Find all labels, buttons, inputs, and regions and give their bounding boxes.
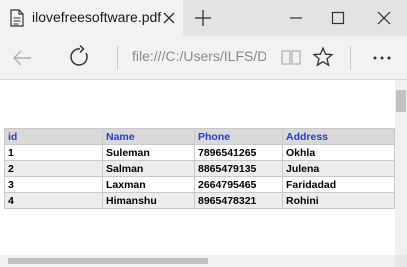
column-header-address: Address bbox=[282, 128, 395, 145]
data-table: id Name Phone Address 1 Suleman 78965412… bbox=[4, 128, 395, 209]
cell-phone: 8965478321 bbox=[194, 192, 283, 209]
browser-window: ilovefreesoftware.pdf file:///C:/Users/I… bbox=[0, 0, 407, 267]
window-close-icon[interactable] bbox=[372, 6, 396, 30]
tab-title: ilovefreesoftware.pdf bbox=[32, 9, 162, 25]
cell-id: 3 bbox=[4, 176, 103, 193]
maximize-icon[interactable] bbox=[326, 6, 350, 30]
cell-phone: 8865479135 bbox=[194, 160, 283, 177]
cell-address: Julena bbox=[282, 160, 395, 177]
cell-address: Okhla bbox=[282, 144, 395, 161]
navigation-bar: file:///C:/Users/ILFS/De bbox=[0, 36, 407, 80]
refresh-icon[interactable] bbox=[68, 45, 92, 69]
cell-id: 4 bbox=[4, 192, 103, 209]
star-icon[interactable] bbox=[311, 45, 335, 69]
cell-name: Himanshu bbox=[102, 192, 195, 209]
plus-icon[interactable] bbox=[192, 7, 214, 29]
close-icon[interactable] bbox=[160, 9, 178, 27]
cell-id: 1 bbox=[4, 144, 103, 161]
horizontal-scrollbar-thumb[interactable] bbox=[8, 258, 208, 264]
vertical-scrollbar-thumb[interactable] bbox=[396, 90, 406, 112]
table-row: 1 Suleman 7896541265 Okhla bbox=[4, 144, 395, 161]
cell-address: Faridadad bbox=[282, 176, 395, 193]
page-content: id Name Phone Address 1 Suleman 78965412… bbox=[0, 80, 395, 255]
table-header-row: id Name Phone Address bbox=[4, 128, 395, 145]
cell-name: Suleman bbox=[102, 144, 195, 161]
minimize-icon[interactable] bbox=[284, 6, 308, 30]
cell-name: Salman bbox=[102, 160, 195, 177]
pdf-document-icon bbox=[10, 9, 24, 27]
more-icon[interactable] bbox=[370, 46, 394, 70]
address-bar[interactable]: file:///C:/Users/ILFS/De bbox=[132, 48, 266, 64]
tab-active[interactable]: ilovefreesoftware.pdf bbox=[0, 0, 183, 36]
cell-id: 2 bbox=[4, 160, 103, 177]
tab-bar: ilovefreesoftware.pdf bbox=[0, 0, 407, 36]
cell-phone: 2664795465 bbox=[194, 176, 283, 193]
toolbar-divider bbox=[117, 46, 118, 70]
toolbar-divider bbox=[350, 46, 351, 70]
back-arrow-icon[interactable] bbox=[10, 46, 34, 70]
column-header-id: id bbox=[4, 128, 103, 145]
table-row: 3 Laxman 2664795465 Faridadad bbox=[4, 176, 395, 193]
cell-name: Laxman bbox=[102, 176, 195, 193]
column-header-phone: Phone bbox=[194, 128, 283, 145]
book-icon[interactable] bbox=[280, 46, 302, 68]
cell-address: Rohini bbox=[282, 192, 395, 209]
table-row: 4 Himanshu 8965478321 Rohini bbox=[4, 192, 395, 209]
cell-phone: 7896541265 bbox=[194, 144, 283, 161]
table-row: 2 Salman 8865479135 Julena bbox=[4, 160, 395, 177]
column-header-name: Name bbox=[102, 128, 195, 145]
scrollbar-corner bbox=[395, 255, 407, 267]
horizontal-scrollbar[interactable] bbox=[0, 255, 395, 267]
vertical-scrollbar[interactable] bbox=[395, 80, 407, 255]
